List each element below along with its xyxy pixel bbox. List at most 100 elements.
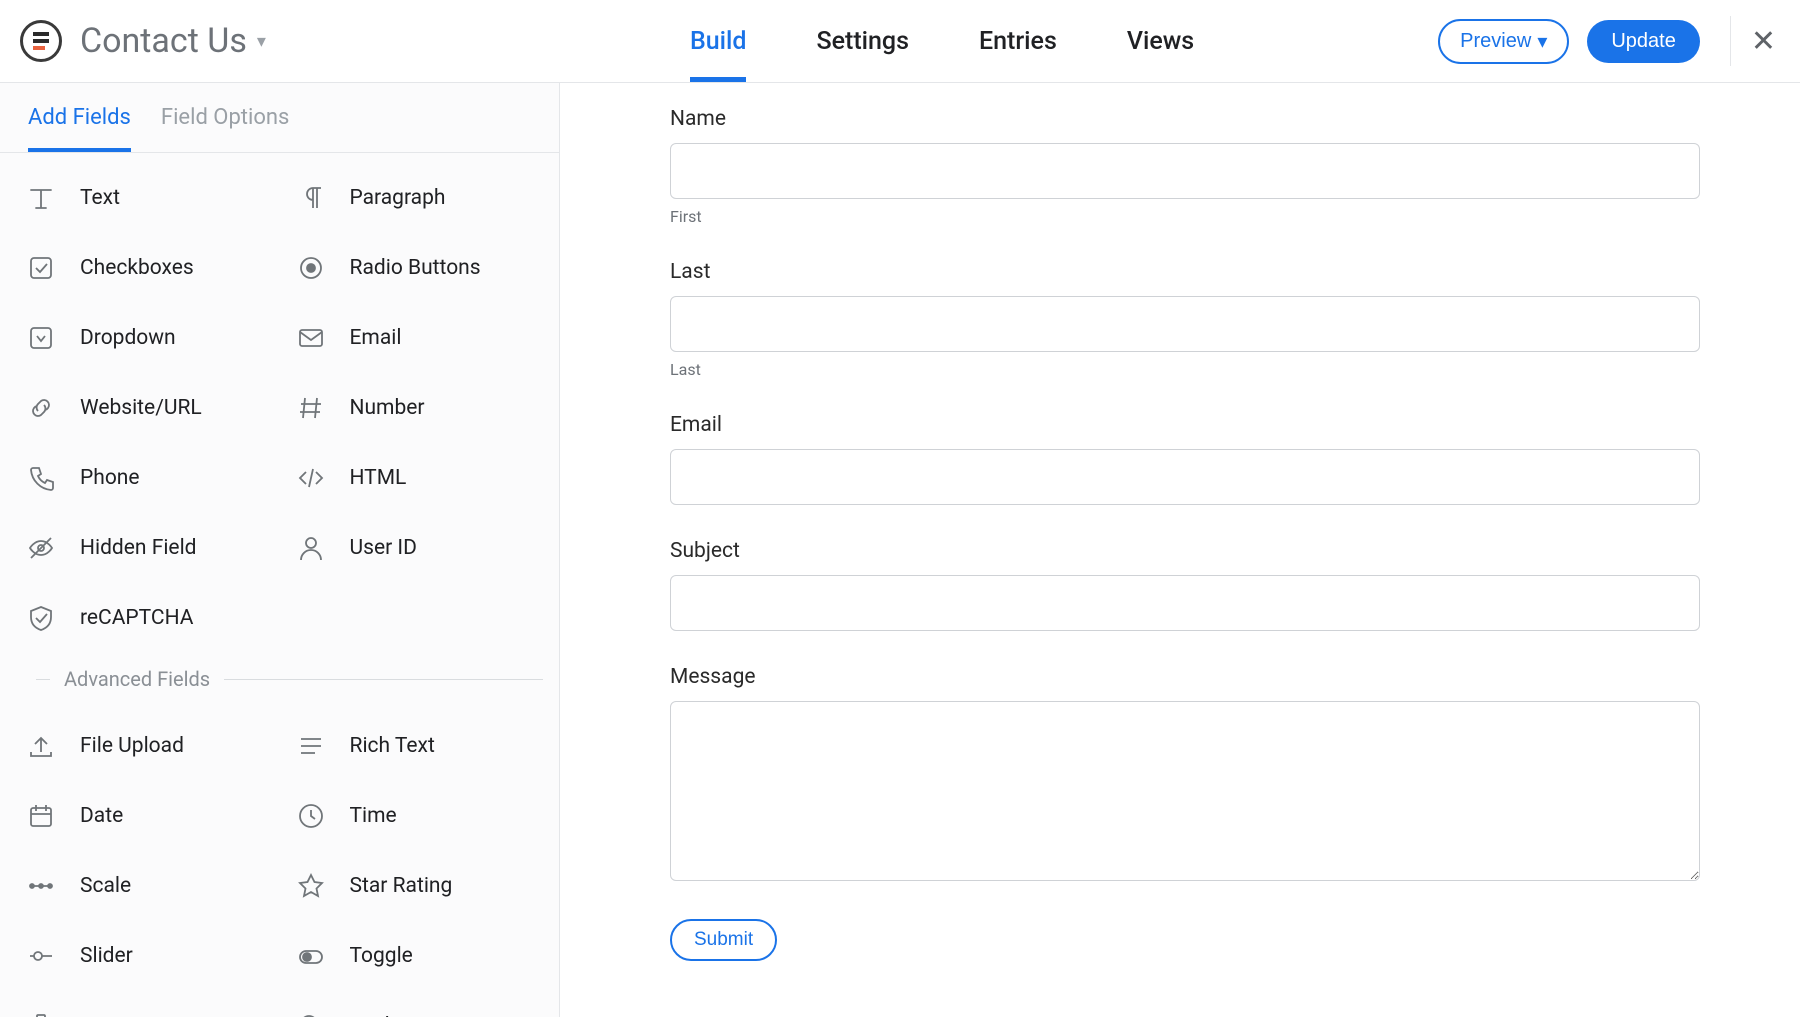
field-phone[interactable]: Phone (10, 447, 280, 509)
scale-icon (24, 869, 58, 903)
top-nav: Build Settings Entries Views (510, 0, 1194, 82)
dynamic-icon (24, 1009, 58, 1017)
html-icon (294, 461, 328, 495)
tab-add-fields-label: Add Fields (28, 105, 131, 130)
field-userid-label: User ID (350, 536, 417, 560)
field-hidden[interactable]: Hidden Field (10, 517, 280, 579)
text-icon (24, 181, 58, 215)
field-dropdown[interactable]: Dropdown (10, 307, 280, 369)
hidden-icon (24, 531, 58, 565)
form-field-last[interactable]: Last Last (670, 260, 1700, 379)
field-time[interactable]: Time (280, 785, 550, 847)
topbar: Contact Us ▾ Build Settings Entries View… (0, 0, 1800, 83)
form-field-message[interactable]: Message (670, 665, 1700, 885)
form-field-last-input[interactable] (670, 296, 1700, 352)
upload-icon (24, 729, 58, 763)
phone-icon (24, 461, 58, 495)
link-icon (24, 391, 58, 425)
nav-settings-label: Settings (816, 27, 909, 56)
field-radio[interactable]: Radio Buttons (280, 237, 550, 299)
form-field-subject-label: Subject (670, 539, 1700, 563)
field-slider-label: Slider (80, 944, 133, 968)
form-field-name-label: Name (670, 107, 1700, 131)
form-field-name-sublabel: First (670, 207, 1700, 226)
field-fileupload[interactable]: File Upload (10, 715, 280, 777)
nav-views-label: Views (1127, 27, 1194, 56)
field-slider[interactable]: Slider (10, 925, 280, 987)
tab-add-fields[interactable]: Add Fields (28, 105, 131, 152)
basic-fields-grid: Text Paragraph Checkboxes Radio Buttons … (0, 153, 559, 649)
nav-entries[interactable]: Entries (979, 0, 1057, 82)
nav-build[interactable]: Build (690, 0, 747, 82)
field-starrating[interactable]: Star Rating (280, 855, 550, 917)
field-radio-label: Radio Buttons (350, 256, 481, 280)
preview-button[interactable]: Preview ▾ (1438, 19, 1569, 64)
checkbox-icon (24, 251, 58, 285)
field-richtext[interactable]: Rich Text (280, 715, 550, 777)
field-toggle[interactable]: Toggle (280, 925, 550, 987)
field-paragraph[interactable]: Paragraph (280, 167, 550, 229)
form-field-email-input[interactable] (670, 449, 1700, 505)
field-checkboxes[interactable]: Checkboxes (10, 237, 280, 299)
tab-field-options[interactable]: Field Options (161, 105, 289, 152)
field-url-label: Website/URL (80, 396, 202, 420)
toggle-icon (294, 939, 328, 973)
field-text-label: Text (80, 186, 120, 210)
field-lookup[interactable]: Lookup (280, 995, 550, 1017)
field-phone-label: Phone (80, 466, 140, 490)
field-time-label: Time (350, 804, 397, 828)
field-text[interactable]: Text (10, 167, 280, 229)
form-field-email[interactable]: Email (670, 413, 1700, 505)
field-starrating-label: Star Rating (350, 874, 453, 898)
close-button[interactable]: ✕ (1730, 16, 1784, 66)
field-date[interactable]: Date (10, 785, 280, 847)
field-paragraph-label: Paragraph (350, 186, 446, 210)
form-field-subject-input[interactable] (670, 575, 1700, 631)
form-canvas: Name First Last Last Email Subject Messa… (560, 83, 1800, 1017)
form-field-last-label: Last (670, 260, 1700, 284)
form-field-message-input[interactable] (670, 701, 1700, 881)
clock-icon (294, 799, 328, 833)
nav-settings[interactable]: Settings (816, 0, 909, 82)
submit-button[interactable]: Submit (670, 919, 777, 961)
form-field-subject[interactable]: Subject (670, 539, 1700, 631)
field-userid[interactable]: User ID (280, 517, 550, 579)
field-scale-label: Scale (80, 874, 131, 898)
form-field-message-label: Message (670, 665, 1700, 689)
form-title-text: Contact Us (80, 21, 247, 61)
star-icon (294, 869, 328, 903)
field-recaptcha[interactable]: reCAPTCHA (10, 587, 280, 649)
caret-down-icon: ▾ (1537, 29, 1547, 54)
advanced-fields-heading-label: Advanced Fields (64, 667, 210, 691)
field-number[interactable]: Number (280, 377, 550, 439)
field-html[interactable]: HTML (280, 447, 550, 509)
form-title-dropdown[interactable]: Contact Us ▾ (80, 21, 266, 61)
field-dynamic[interactable]: Dynamic (10, 995, 280, 1017)
advanced-fields-heading: Advanced Fields (0, 649, 559, 701)
field-hidden-label: Hidden Field (80, 536, 197, 560)
nav-entries-label: Entries (979, 27, 1057, 56)
field-scale[interactable]: Scale (10, 855, 280, 917)
sidebar-tabs: Add Fields Field Options (0, 83, 559, 153)
update-button[interactable]: Update (1587, 20, 1700, 63)
update-button-label: Update (1611, 30, 1676, 52)
advanced-fields-grid: File Upload Rich Text Date Time Scale St… (0, 701, 559, 1017)
field-checkboxes-label: Checkboxes (80, 256, 194, 280)
slider-icon (24, 939, 58, 973)
close-icon: ✕ (1751, 24, 1776, 59)
field-url[interactable]: Website/URL (10, 377, 280, 439)
form-field-name-input[interactable] (670, 143, 1700, 199)
field-date-label: Date (80, 804, 123, 828)
field-html-label: HTML (350, 466, 407, 490)
app-logo[interactable] (20, 20, 62, 62)
form-field-last-sublabel: Last (670, 360, 1700, 379)
dropdown-icon (24, 321, 58, 355)
preview-button-label: Preview (1460, 30, 1531, 53)
radio-icon (294, 251, 328, 285)
paragraph-icon (294, 181, 328, 215)
field-email[interactable]: Email (280, 307, 550, 369)
nav-views[interactable]: Views (1127, 0, 1194, 82)
hash-icon (294, 391, 328, 425)
caret-down-icon: ▾ (257, 31, 266, 52)
form-field-name[interactable]: Name First (670, 107, 1700, 226)
